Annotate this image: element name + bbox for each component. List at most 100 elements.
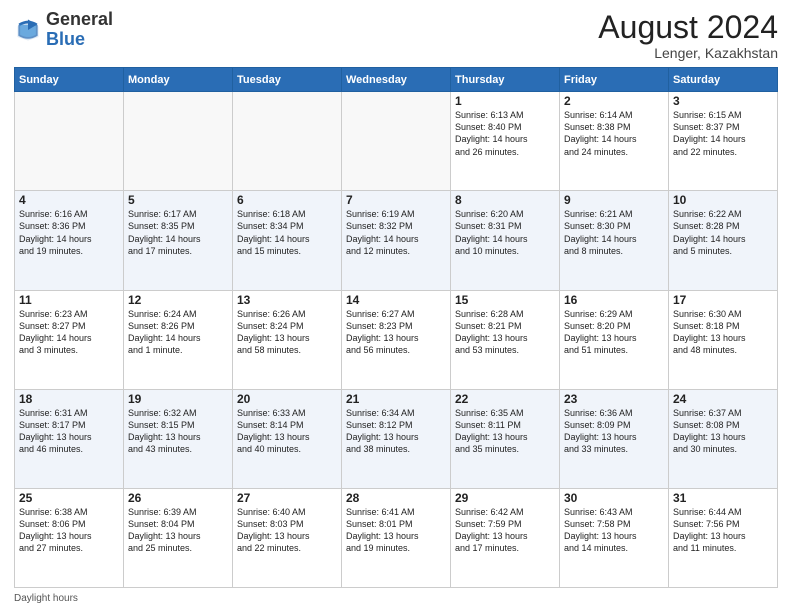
- day-number: 1: [455, 94, 555, 108]
- logo-blue: Blue: [46, 29, 85, 49]
- calendar-week-row: 4Sunrise: 6:16 AM Sunset: 8:36 PM Daylig…: [15, 191, 778, 290]
- table-row: 15Sunrise: 6:28 AM Sunset: 8:21 PM Dayli…: [451, 290, 560, 389]
- table-row: 12Sunrise: 6:24 AM Sunset: 8:26 PM Dayli…: [124, 290, 233, 389]
- table-row: 18Sunrise: 6:31 AM Sunset: 8:17 PM Dayli…: [15, 389, 124, 488]
- table-row: 2Sunrise: 6:14 AM Sunset: 8:38 PM Daylig…: [560, 92, 669, 191]
- table-row: 4Sunrise: 6:16 AM Sunset: 8:36 PM Daylig…: [15, 191, 124, 290]
- day-info: Sunrise: 6:38 AM Sunset: 8:06 PM Dayligh…: [19, 506, 119, 555]
- table-row: 23Sunrise: 6:36 AM Sunset: 8:09 PM Dayli…: [560, 389, 669, 488]
- table-row: 27Sunrise: 6:40 AM Sunset: 8:03 PM Dayli…: [233, 488, 342, 587]
- table-row: [233, 92, 342, 191]
- table-row: 31Sunrise: 6:44 AM Sunset: 7:56 PM Dayli…: [669, 488, 778, 587]
- month-title: August 2024: [598, 10, 778, 45]
- day-info: Sunrise: 6:20 AM Sunset: 8:31 PM Dayligh…: [455, 208, 555, 257]
- day-info: Sunrise: 6:18 AM Sunset: 8:34 PM Dayligh…: [237, 208, 337, 257]
- day-info: Sunrise: 6:42 AM Sunset: 7:59 PM Dayligh…: [455, 506, 555, 555]
- day-number: 2: [564, 94, 664, 108]
- day-info: Sunrise: 6:44 AM Sunset: 7:56 PM Dayligh…: [673, 506, 773, 555]
- table-row: 1Sunrise: 6:13 AM Sunset: 8:40 PM Daylig…: [451, 92, 560, 191]
- logo-icon: [14, 16, 42, 44]
- table-row: 16Sunrise: 6:29 AM Sunset: 8:20 PM Dayli…: [560, 290, 669, 389]
- day-number: 19: [128, 392, 228, 406]
- day-info: Sunrise: 6:39 AM Sunset: 8:04 PM Dayligh…: [128, 506, 228, 555]
- day-number: 29: [455, 491, 555, 505]
- day-info: Sunrise: 6:16 AM Sunset: 8:36 PM Dayligh…: [19, 208, 119, 257]
- day-number: 6: [237, 193, 337, 207]
- day-number: 18: [19, 392, 119, 406]
- table-row: 28Sunrise: 6:41 AM Sunset: 8:01 PM Dayli…: [342, 488, 451, 587]
- table-row: 6Sunrise: 6:18 AM Sunset: 8:34 PM Daylig…: [233, 191, 342, 290]
- location-title: Lenger, Kazakhstan: [598, 45, 778, 61]
- day-number: 21: [346, 392, 446, 406]
- day-info: Sunrise: 6:35 AM Sunset: 8:11 PM Dayligh…: [455, 407, 555, 456]
- logo-text: General Blue: [46, 10, 113, 50]
- col-wednesday: Wednesday: [342, 68, 451, 92]
- day-number: 22: [455, 392, 555, 406]
- day-info: Sunrise: 6:33 AM Sunset: 8:14 PM Dayligh…: [237, 407, 337, 456]
- day-info: Sunrise: 6:29 AM Sunset: 8:20 PM Dayligh…: [564, 308, 664, 357]
- day-number: 3: [673, 94, 773, 108]
- calendar-week-row: 11Sunrise: 6:23 AM Sunset: 8:27 PM Dayli…: [15, 290, 778, 389]
- title-block: August 2024 Lenger, Kazakhstan: [598, 10, 778, 61]
- day-number: 17: [673, 293, 773, 307]
- logo-general: General: [46, 9, 113, 29]
- table-row: 13Sunrise: 6:26 AM Sunset: 8:24 PM Dayli…: [233, 290, 342, 389]
- day-info: Sunrise: 6:36 AM Sunset: 8:09 PM Dayligh…: [564, 407, 664, 456]
- day-number: 20: [237, 392, 337, 406]
- day-number: 13: [237, 293, 337, 307]
- day-number: 14: [346, 293, 446, 307]
- table-row: 11Sunrise: 6:23 AM Sunset: 8:27 PM Dayli…: [15, 290, 124, 389]
- footer: Daylight hours: [14, 593, 778, 604]
- col-thursday: Thursday: [451, 68, 560, 92]
- header: General Blue August 2024 Lenger, Kazakhs…: [14, 10, 778, 61]
- day-info: Sunrise: 6:27 AM Sunset: 8:23 PM Dayligh…: [346, 308, 446, 357]
- page: General Blue August 2024 Lenger, Kazakhs…: [0, 0, 792, 612]
- day-info: Sunrise: 6:28 AM Sunset: 8:21 PM Dayligh…: [455, 308, 555, 357]
- calendar-week-row: 1Sunrise: 6:13 AM Sunset: 8:40 PM Daylig…: [15, 92, 778, 191]
- day-info: Sunrise: 6:32 AM Sunset: 8:15 PM Dayligh…: [128, 407, 228, 456]
- day-number: 4: [19, 193, 119, 207]
- day-info: Sunrise: 6:15 AM Sunset: 8:37 PM Dayligh…: [673, 109, 773, 158]
- calendar-table: Sunday Monday Tuesday Wednesday Thursday…: [14, 67, 778, 588]
- day-info: Sunrise: 6:31 AM Sunset: 8:17 PM Dayligh…: [19, 407, 119, 456]
- day-number: 10: [673, 193, 773, 207]
- day-number: 12: [128, 293, 228, 307]
- table-row: 30Sunrise: 6:43 AM Sunset: 7:58 PM Dayli…: [560, 488, 669, 587]
- day-info: Sunrise: 6:40 AM Sunset: 8:03 PM Dayligh…: [237, 506, 337, 555]
- logo: General Blue: [14, 10, 113, 50]
- table-row: [342, 92, 451, 191]
- day-number: 8: [455, 193, 555, 207]
- table-row: 24Sunrise: 6:37 AM Sunset: 8:08 PM Dayli…: [669, 389, 778, 488]
- table-row: 20Sunrise: 6:33 AM Sunset: 8:14 PM Dayli…: [233, 389, 342, 488]
- col-friday: Friday: [560, 68, 669, 92]
- day-number: 30: [564, 491, 664, 505]
- daylight-label: Daylight hours: [14, 593, 78, 604]
- day-info: Sunrise: 6:17 AM Sunset: 8:35 PM Dayligh…: [128, 208, 228, 257]
- day-info: Sunrise: 6:30 AM Sunset: 8:18 PM Dayligh…: [673, 308, 773, 357]
- day-number: 31: [673, 491, 773, 505]
- day-number: 27: [237, 491, 337, 505]
- day-info: Sunrise: 6:34 AM Sunset: 8:12 PM Dayligh…: [346, 407, 446, 456]
- col-monday: Monday: [124, 68, 233, 92]
- col-sunday: Sunday: [15, 68, 124, 92]
- col-saturday: Saturday: [669, 68, 778, 92]
- calendar-week-row: 25Sunrise: 6:38 AM Sunset: 8:06 PM Dayli…: [15, 488, 778, 587]
- table-row: 8Sunrise: 6:20 AM Sunset: 8:31 PM Daylig…: [451, 191, 560, 290]
- table-row: 3Sunrise: 6:15 AM Sunset: 8:37 PM Daylig…: [669, 92, 778, 191]
- day-info: Sunrise: 6:14 AM Sunset: 8:38 PM Dayligh…: [564, 109, 664, 158]
- table-row: 19Sunrise: 6:32 AM Sunset: 8:15 PM Dayli…: [124, 389, 233, 488]
- day-info: Sunrise: 6:37 AM Sunset: 8:08 PM Dayligh…: [673, 407, 773, 456]
- day-number: 16: [564, 293, 664, 307]
- table-row: 5Sunrise: 6:17 AM Sunset: 8:35 PM Daylig…: [124, 191, 233, 290]
- table-row: 14Sunrise: 6:27 AM Sunset: 8:23 PM Dayli…: [342, 290, 451, 389]
- table-row: [15, 92, 124, 191]
- table-row: 10Sunrise: 6:22 AM Sunset: 8:28 PM Dayli…: [669, 191, 778, 290]
- table-row: 7Sunrise: 6:19 AM Sunset: 8:32 PM Daylig…: [342, 191, 451, 290]
- calendar-week-row: 18Sunrise: 6:31 AM Sunset: 8:17 PM Dayli…: [15, 389, 778, 488]
- day-number: 24: [673, 392, 773, 406]
- day-info: Sunrise: 6:43 AM Sunset: 7:58 PM Dayligh…: [564, 506, 664, 555]
- day-number: 11: [19, 293, 119, 307]
- day-info: Sunrise: 6:13 AM Sunset: 8:40 PM Dayligh…: [455, 109, 555, 158]
- day-info: Sunrise: 6:21 AM Sunset: 8:30 PM Dayligh…: [564, 208, 664, 257]
- day-number: 23: [564, 392, 664, 406]
